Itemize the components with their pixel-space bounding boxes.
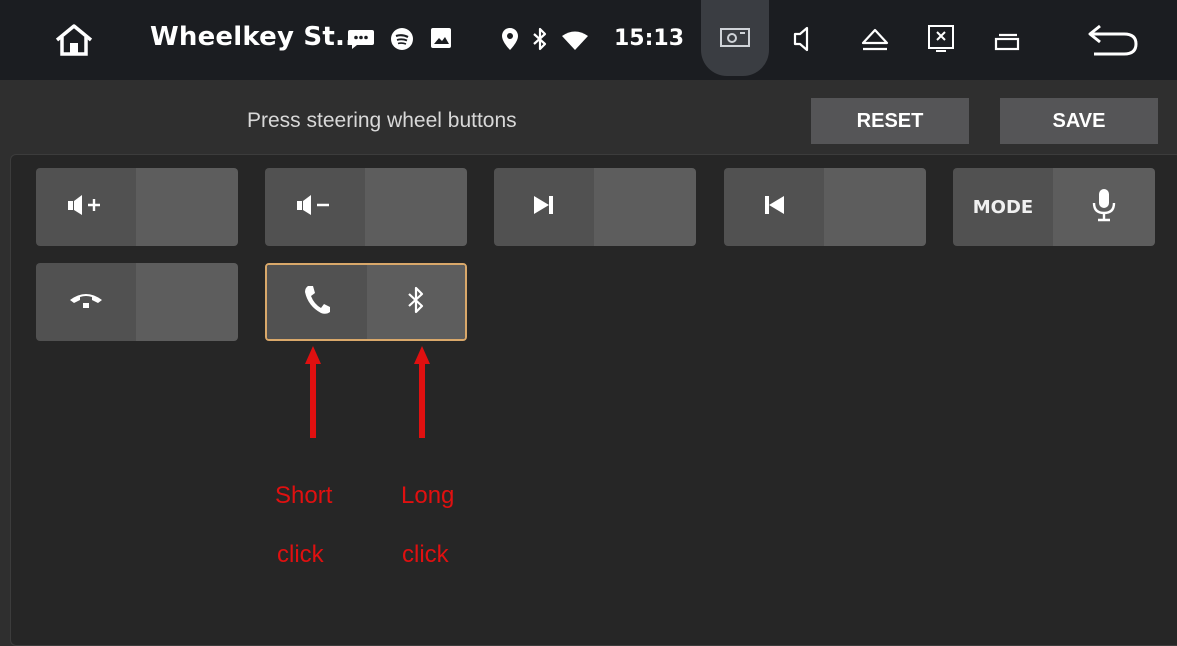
short-click-arrow	[305, 346, 321, 438]
key-hang-up-short[interactable]	[36, 263, 136, 341]
spotify-icon	[389, 26, 415, 52]
key-next-track-short[interactable]	[494, 168, 594, 246]
next-track-icon	[532, 194, 556, 221]
reset-button[interactable]: RESET	[811, 98, 969, 144]
key-previous-track-long[interactable]	[824, 168, 926, 246]
key-volume-down-short[interactable]	[265, 168, 365, 246]
long-click-label-line1: Long	[401, 482, 455, 509]
hang-up-icon	[68, 290, 104, 315]
close-window-icon[interactable]	[925, 22, 957, 54]
key-phone-bluetooth[interactable]	[265, 263, 467, 341]
key-hang-up[interactable]	[36, 263, 238, 341]
short-click-label-line2: click	[277, 541, 324, 568]
phone-icon	[302, 284, 332, 321]
key-next-track[interactable]	[494, 168, 696, 246]
app-title: Wheelkey St...	[150, 22, 366, 52]
key-bluetooth-long[interactable]	[367, 265, 465, 339]
back-icon[interactable]	[1085, 22, 1141, 58]
key-phone-short[interactable]	[267, 265, 367, 339]
volume-down-icon	[295, 193, 335, 222]
key-mode[interactable]: MODE	[953, 168, 1155, 246]
microphone-icon	[1091, 188, 1117, 227]
message-icon	[346, 26, 376, 52]
screenshot-button[interactable]	[701, 0, 769, 76]
mode-label: MODE	[972, 196, 1034, 218]
key-mode-long[interactable]	[1053, 168, 1155, 246]
bluetooth-icon	[407, 286, 425, 319]
recent-apps-icon[interactable]	[992, 26, 1022, 54]
key-volume-up[interactable]	[36, 168, 238, 246]
previous-track-icon	[762, 194, 786, 221]
image-icon	[429, 26, 453, 50]
key-volume-down[interactable]	[265, 168, 467, 246]
home-icon[interactable]	[52, 22, 96, 58]
short-click-label-line1: Short	[275, 482, 333, 509]
key-hang-up-long[interactable]	[136, 263, 238, 341]
location-icon	[500, 26, 520, 52]
volume-up-icon	[66, 193, 106, 222]
key-volume-down-long[interactable]	[365, 168, 467, 246]
clock: 15:13	[614, 26, 685, 51]
long-click-arrow	[414, 346, 430, 438]
volume-icon[interactable]	[790, 24, 816, 54]
key-next-track-long[interactable]	[594, 168, 696, 246]
save-button[interactable]: SAVE	[1000, 98, 1158, 144]
wifi-icon	[560, 30, 590, 52]
instruction-text: Press steering wheel buttons	[247, 109, 517, 132]
key-volume-up-short[interactable]	[36, 168, 136, 246]
eject-icon[interactable]	[858, 24, 892, 54]
bluetooth-icon	[530, 26, 550, 52]
key-previous-track[interactable]	[724, 168, 926, 246]
key-previous-track-short[interactable]	[724, 168, 824, 246]
status-bar: Wheelkey St... 15:13	[0, 0, 1177, 80]
key-volume-up-long[interactable]	[136, 168, 238, 246]
key-mode-short[interactable]: MODE	[953, 168, 1053, 246]
screenshot-icon	[718, 25, 752, 49]
long-click-label-line2: click	[402, 541, 449, 568]
